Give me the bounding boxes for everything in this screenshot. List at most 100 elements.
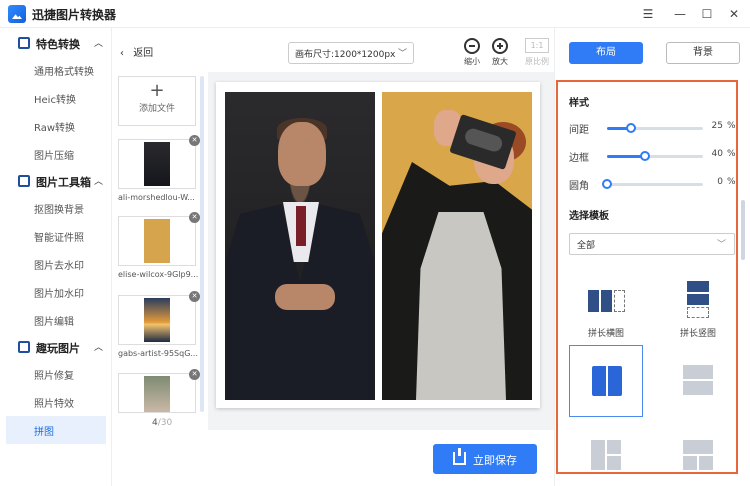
slider-label: 边框 (569, 153, 589, 164)
nav-group-label: 图片工具箱 (36, 176, 91, 189)
sidebar-item-label: 图片去水印 (34, 261, 84, 272)
convert-icon (18, 37, 30, 49)
save-button[interactable]: 立即保存 (433, 444, 537, 474)
zoom-in-label: 放大 (492, 57, 508, 66)
layout-block-icon (683, 381, 713, 395)
sidebar-item-remove-watermark[interactable]: 图片去水印 (6, 250, 106, 278)
save-label: 立即保存 (473, 454, 517, 467)
file-thumbnail[interactable]: ✕ (118, 135, 200, 189)
template-label: 拼长竖图 (679, 329, 716, 339)
layout-placeholder-icon (687, 307, 709, 318)
collage-photo-man[interactable] (225, 92, 375, 400)
nav-group-special-convert[interactable]: 特色转换 ︿ (0, 30, 112, 56)
template-two-row[interactable] (661, 345, 735, 417)
template-horizontal-long[interactable]: 拼长横图 (569, 276, 643, 348)
menu-icon[interactable]: ☰ (638, 4, 658, 24)
close-icon[interactable]: ✕ (189, 135, 200, 146)
sidebar-item-photo-repair[interactable]: 照片修复 (6, 360, 106, 388)
maximize-button[interactable]: ☐ (697, 4, 717, 24)
layout-block-icon (607, 456, 621, 470)
nav-group-label: 趣玩图片 (36, 342, 80, 355)
close-icon[interactable]: ✕ (189, 369, 200, 380)
template-title: 选择模板 (569, 211, 609, 222)
zoom-out-button[interactable]: 缩小 (460, 38, 484, 67)
slider-knob[interactable] (626, 123, 636, 133)
sidebar-item-add-watermark[interactable]: 图片加水印 (6, 278, 106, 306)
file-name: ali-morshedlou-W... (118, 193, 195, 202)
sidebar-item-heic[interactable]: Heic转换 (6, 84, 106, 112)
spacing-slider[interactable]: 间距 25 % (569, 121, 737, 136)
slider-knob[interactable] (640, 151, 651, 161)
template-three-panel[interactable] (569, 428, 643, 472)
slider-label: 间距 (569, 125, 589, 136)
settings-scrollbar[interactable] (741, 200, 745, 260)
file-name: elise-wilcox-9Glp9... (118, 270, 198, 279)
slider-track[interactable] (607, 151, 703, 161)
file-thumbnail[interactable]: ✕ (118, 291, 200, 345)
close-icon[interactable]: ✕ (189, 291, 200, 302)
chevron-up-icon: ︿ (94, 343, 104, 353)
sidebar-item-raw[interactable]: Raw转换 (6, 112, 106, 140)
plus-icon: + (149, 80, 165, 101)
slider-value: 40 (711, 149, 723, 159)
template-vertical-long[interactable]: 拼长竖图 (661, 276, 735, 348)
collage-photo-woman[interactable] (382, 92, 532, 400)
add-file-button[interactable]: + 添加文件 (118, 76, 196, 126)
nav-group-label: 特色转换 (36, 38, 80, 51)
original-ratio-button[interactable]: 1:1 原比例 (523, 38, 551, 67)
thumbnail-image (144, 376, 170, 412)
close-button[interactable]: ✕ (724, 4, 744, 24)
layout-block-icon (592, 366, 606, 396)
layout-block-icon (683, 365, 713, 379)
nav-group-toolbox[interactable]: 图片工具箱 ︿ (0, 168, 112, 194)
toolbox-icon (18, 175, 30, 187)
tab-background[interactable]: 背景 (666, 42, 740, 64)
chevron-up-icon: ︿ (94, 177, 104, 187)
slider-unit: % (727, 149, 736, 159)
slider-track[interactable] (602, 179, 703, 189)
tab-layout[interactable]: 布局 (569, 42, 643, 64)
zoom-in-button[interactable]: 放大 (488, 38, 512, 67)
sidebar-item-label: 图片压缩 (34, 151, 74, 162)
file-thumbnail[interactable]: ✕ (118, 212, 200, 266)
template-two-column[interactable] (569, 345, 643, 417)
sidebar-item-label: 图片加水印 (34, 289, 84, 300)
layout-block-icon (608, 366, 622, 396)
download-icon (453, 448, 466, 465)
border-slider[interactable]: 边框 40 % (569, 149, 737, 164)
slider-unit: % (727, 177, 736, 187)
template-filter-select[interactable]: 全部 ﹀ (569, 233, 735, 255)
chevron-down-icon: ﹀ (716, 240, 726, 250)
file-list-scrollbar[interactable] (200, 76, 204, 412)
layout-block-icon (683, 456, 697, 470)
thumbnail-image (144, 298, 170, 342)
minimize-button[interactable]: — (670, 4, 690, 24)
back-button[interactable]: ‹ 返回 (120, 44, 153, 59)
layout-block-icon (591, 440, 605, 470)
slider-value: 0 (717, 177, 723, 187)
canvas-size-value: 画布尺寸:1200*1200px (295, 50, 396, 60)
template-filter-value: 全部 (577, 241, 596, 251)
sidebar-item-image-edit[interactable]: 图片编辑 (6, 306, 106, 334)
sidebar-item-label: 拼图 (34, 427, 54, 438)
sidebar-item-cutout[interactable]: 抠图换背景 (6, 194, 106, 222)
template-three-row[interactable] (661, 428, 735, 472)
close-icon[interactable]: ✕ (189, 212, 200, 223)
layout-block-icon (601, 290, 612, 312)
ratio-box: 1:1 (525, 38, 549, 53)
slider-track[interactable] (607, 123, 703, 133)
sidebar-item-label: 照片修复 (34, 371, 74, 382)
sidebar-item-format-convert[interactable]: 通用格式转换 (6, 56, 106, 84)
sidebar-item-id-photo[interactable]: 智能证件照 (6, 222, 106, 250)
corner-radius-slider[interactable]: 圆角 0 % (569, 177, 737, 192)
sidebar-item-collage[interactable]: 拼图 (6, 416, 106, 444)
sidebar-item-photo-effects[interactable]: 照片特效 (6, 388, 106, 416)
canvas-size-select[interactable]: 画布尺寸:1200*1200px ﹀ (288, 42, 414, 64)
nav-group-fun[interactable]: 趣玩图片 ︿ (0, 334, 112, 360)
zoom-out-icon (464, 38, 480, 54)
file-thumbnail[interactable]: ✕ (118, 369, 200, 413)
sidebar-item-compress[interactable]: 图片压缩 (6, 140, 106, 168)
chevron-up-icon: ︿ (94, 39, 104, 49)
slider-knob[interactable] (602, 179, 612, 189)
zoom-in-icon (492, 38, 508, 54)
